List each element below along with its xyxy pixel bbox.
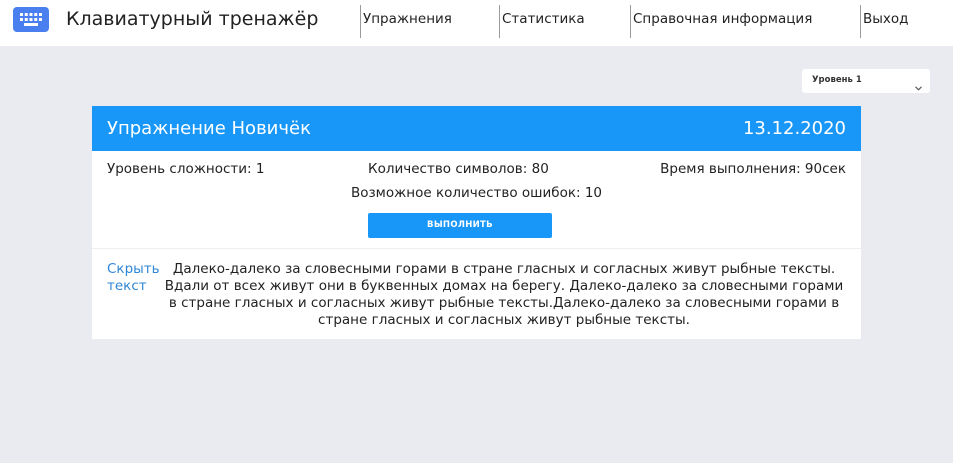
top-navbar: Клавиатурный тренажёр Упражнения Статист… [0,0,953,46]
run-exercise-button[interactable]: ВЫПОЛНИТЬ [368,213,552,238]
difficulty-level: Уровень сложности: 1 [107,161,265,177]
divider [92,248,861,249]
execution-time: Время выполнения: 90сек [660,161,846,177]
hide-text-link[interactable]: Скрыть текст [107,261,163,295]
level-select-value: Уровень 1 [812,75,862,85]
nav-item-logout[interactable]: Выход [863,11,909,27]
nav-item-statistics[interactable]: Статистика [502,11,585,27]
chevron-down-icon [915,76,922,95]
nav-divider [499,5,500,38]
level-select[interactable]: Уровень 1 [802,69,930,93]
keyboard-icon [13,7,49,32]
app-title: Клавиатурный тренажёр [66,8,319,30]
nav-item-exercises[interactable]: Упражнения [363,11,452,27]
nav-divider [630,5,631,38]
exercise-title: Упражнение Новичёк [107,118,311,139]
char-count: Количество символов: 80 [368,161,549,177]
nav-divider [860,5,861,38]
exercise-card-header: Упражнение Новичёк 13.12.2020 [92,106,861,151]
exercise-text: Далеко-далеко за словесными горами в стр… [164,261,844,328]
nav-divider [360,5,361,38]
exercise-card: Упражнение Новичёк 13.12.2020 Уровень сл… [92,106,861,339]
nav-item-reference[interactable]: Справочная информация [633,11,812,27]
exercise-date: 13.12.2020 [742,118,846,139]
max-errors: Возможное количество ошибок: 10 [350,185,603,201]
